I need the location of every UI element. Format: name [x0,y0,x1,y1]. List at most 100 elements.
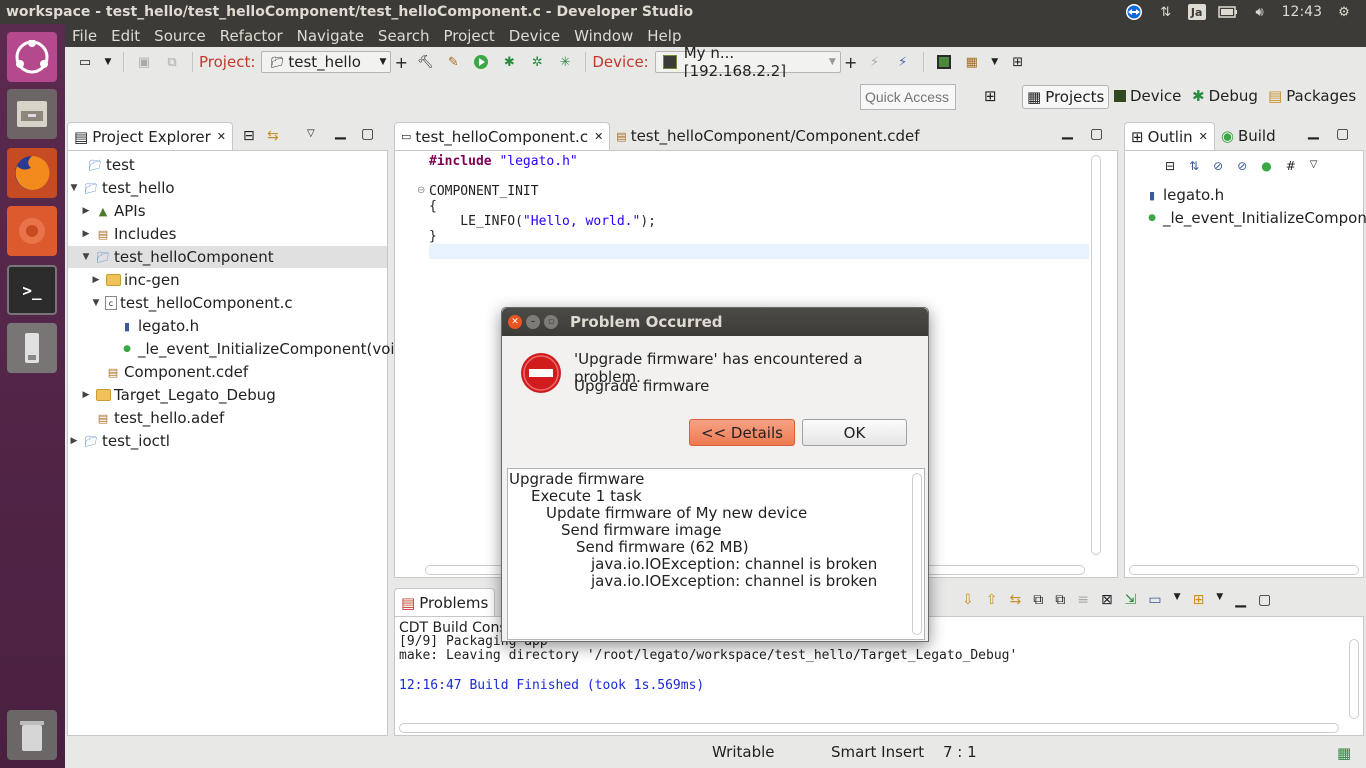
remote-system-icon[interactable]: ▦ [962,53,982,71]
volume-icon[interactable]: 🔊︎ [1250,4,1270,20]
save-all-icon[interactable]: ⧉ [162,53,182,71]
outline-item-function[interactable]: ● _le_event_InitializeComponen [1141,207,1366,229]
software-center-icon[interactable] [7,206,57,256]
word-wrap-icon[interactable]: ≡ [1077,592,1089,608]
device-combo[interactable]: My n... [192.168.2.2] ▼ [654,44,841,80]
pin-icon[interactable]: ⇲ [1125,592,1137,608]
expanded-arrow-icon[interactable]: ▼ [68,183,80,193]
menu-search[interactable]: Search [371,27,437,45]
vertical-scrollbar[interactable] [1091,155,1101,555]
vertical-scrollbar[interactable] [1349,639,1359,719]
menu-project[interactable]: Project [436,27,501,45]
tree-item-includes[interactable]: ▶ ▤ Includes [80,223,177,245]
close-icon[interactable]: ✕ [508,315,522,329]
link-icon[interactable]: ⇆ [1009,592,1021,608]
menu-navigate[interactable]: Navigate [290,27,371,45]
horizontal-scrollbar[interactable] [1129,565,1359,575]
minimize-icon[interactable]: ▁ [1062,124,1073,140]
connect-icon[interactable]: ⚡︎ [865,53,885,71]
network-arrows-icon[interactable]: ⇅ [1156,4,1176,20]
next-annotation-icon[interactable]: ⇩ [962,592,974,608]
perspective-projects[interactable]: ▦ Projects [1022,85,1110,109]
battery-icon[interactable] [1217,4,1238,20]
clear-console-icon[interactable]: ⊠ [1101,592,1113,608]
menu-file[interactable]: File [65,27,104,45]
tab-outline[interactable]: ⊞ Outlin ✕ [1124,122,1215,150]
dropdown-arrow-icon[interactable]: ▼ [1174,592,1181,608]
hide-static-icon[interactable]: ⊘ [1237,159,1247,173]
minimize-icon[interactable]: ▁ [1235,592,1246,608]
gear-icon[interactable]: ⚙ [1334,4,1354,20]
vertical-scrollbar[interactable] [912,473,922,635]
usb-drive-icon[interactable] [7,323,57,373]
save-icon[interactable]: ▣ [134,53,154,71]
progress-icon[interactable]: ▦ [1337,744,1351,762]
debug-bug-icon[interactable]: ✱ [499,53,519,71]
perspective-packages[interactable]: ▤ Packages [1268,87,1356,105]
paste-icon[interactable]: ⧉ [1055,592,1065,608]
menu-help[interactable]: Help [640,27,688,45]
hide-fields-icon[interactable]: ⊘ [1213,159,1223,173]
tree-item-test-hello[interactable]: ▼ 📁︎ test_hello [68,177,175,199]
disconnect-icon[interactable]: ⚡︎ [893,53,913,71]
menu-source[interactable]: Source [147,27,213,45]
terminal-icon[interactable]: >_ [7,265,57,315]
tab-problems[interactable]: ▤ Problems [394,588,496,616]
link-editor-icon[interactable]: ⇆ [267,128,279,144]
menu-window[interactable]: Window [567,27,640,45]
open-perspective-icon[interactable]: ⊞ [984,87,997,105]
clean-brush-icon[interactable]: ✎ [443,53,463,71]
dropdown-arrow-icon[interactable]: ▼ [990,53,1000,71]
display-console-icon[interactable]: ▭ [1148,592,1161,608]
minimize-icon[interactable]: ▁ [1308,124,1319,140]
tree-item-target[interactable]: ▶ Target_Legato_Debug [80,384,276,406]
sort-icon[interactable]: ⇅ [1189,159,1199,173]
maximize-icon[interactable]: ▢ [1258,592,1271,608]
view-menu-icon[interactable]: ▽ [307,128,315,139]
collapse-all-icon[interactable]: ⊟ [1165,159,1175,173]
collapsed-arrow-icon[interactable]: ▶ [68,436,80,446]
profile-icon[interactable]: ✲ [527,53,547,71]
collapse-all-icon[interactable]: ⊟ [243,128,255,144]
collapsed-arrow-icon[interactable]: ▶ [80,229,92,239]
project-combo[interactable]: 📁︎ test_hello ▼ [261,51,392,73]
tab-c-file[interactable]: ▭ test_helloComponent.c ✕ [394,122,611,150]
expanded-arrow-icon[interactable]: ▼ [80,252,92,262]
dropdown-arrow-icon[interactable]: ▼ [1216,592,1223,608]
menu-edit[interactable]: Edit [104,27,147,45]
tab-project-explorer[interactable]: ▤ Project Explorer ✕ [67,122,233,150]
firefox-icon[interactable] [7,148,57,198]
files-icon[interactable] [7,89,57,139]
prev-annotation-icon[interactable]: ⇧ [986,592,998,608]
copy-icon[interactable]: ⧉ [1033,592,1043,608]
maximize-icon[interactable]: ▢ [1090,126,1103,142]
maximize-icon[interactable]: ▫ [544,315,558,329]
open-perspective-icon[interactable]: ⊞ [1008,53,1028,71]
perspective-device[interactable]: Device [1114,87,1181,105]
collapsed-arrow-icon[interactable]: ▶ [90,275,102,285]
menu-device[interactable]: Device [502,27,567,45]
clock[interactable]: 12:43 [1282,4,1322,20]
details-button[interactable]: << Details [689,419,795,446]
close-icon[interactable]: ✕ [217,130,226,143]
details-box[interactable]: Upgrade firmware Execute 1 task Update f… [507,468,925,640]
minimize-icon[interactable]: ▁ [335,124,346,140]
fold-icon[interactable]: ⊖ [417,185,425,196]
hide-macros-icon[interactable]: # [1286,159,1296,173]
ubuntu-logo-icon[interactable] [7,32,57,82]
hide-nonpublic-icon[interactable]: ● [1261,159,1271,173]
build-hammer-icon[interactable]: 🔨︎ [415,53,435,71]
tree-item-test-hellocomponent[interactable]: ▼ 📁︎ test_helloComponent [68,246,387,268]
tree-item-c-file[interactable]: ▼ c test_helloComponent.c [90,292,293,314]
add-project-icon[interactable]: + [395,53,408,72]
dropdown-arrow-icon[interactable]: ▼ [103,53,113,71]
horizontal-scrollbar[interactable] [399,723,1339,733]
menu-refactor[interactable]: Refactor [213,27,290,45]
expanded-arrow-icon[interactable]: ▼ [90,298,102,308]
quick-access-input[interactable] [860,84,956,110]
close-icon[interactable]: ✕ [1199,130,1208,143]
tree-item-test-ioctl[interactable]: ▶ 📁︎ test_ioctl [68,430,170,452]
perspective-debug[interactable]: ✱ Debug [1192,87,1258,105]
tree-item-legato-h[interactable]: ▮ legato.h [116,315,199,337]
ok-button[interactable]: OK [802,419,907,446]
